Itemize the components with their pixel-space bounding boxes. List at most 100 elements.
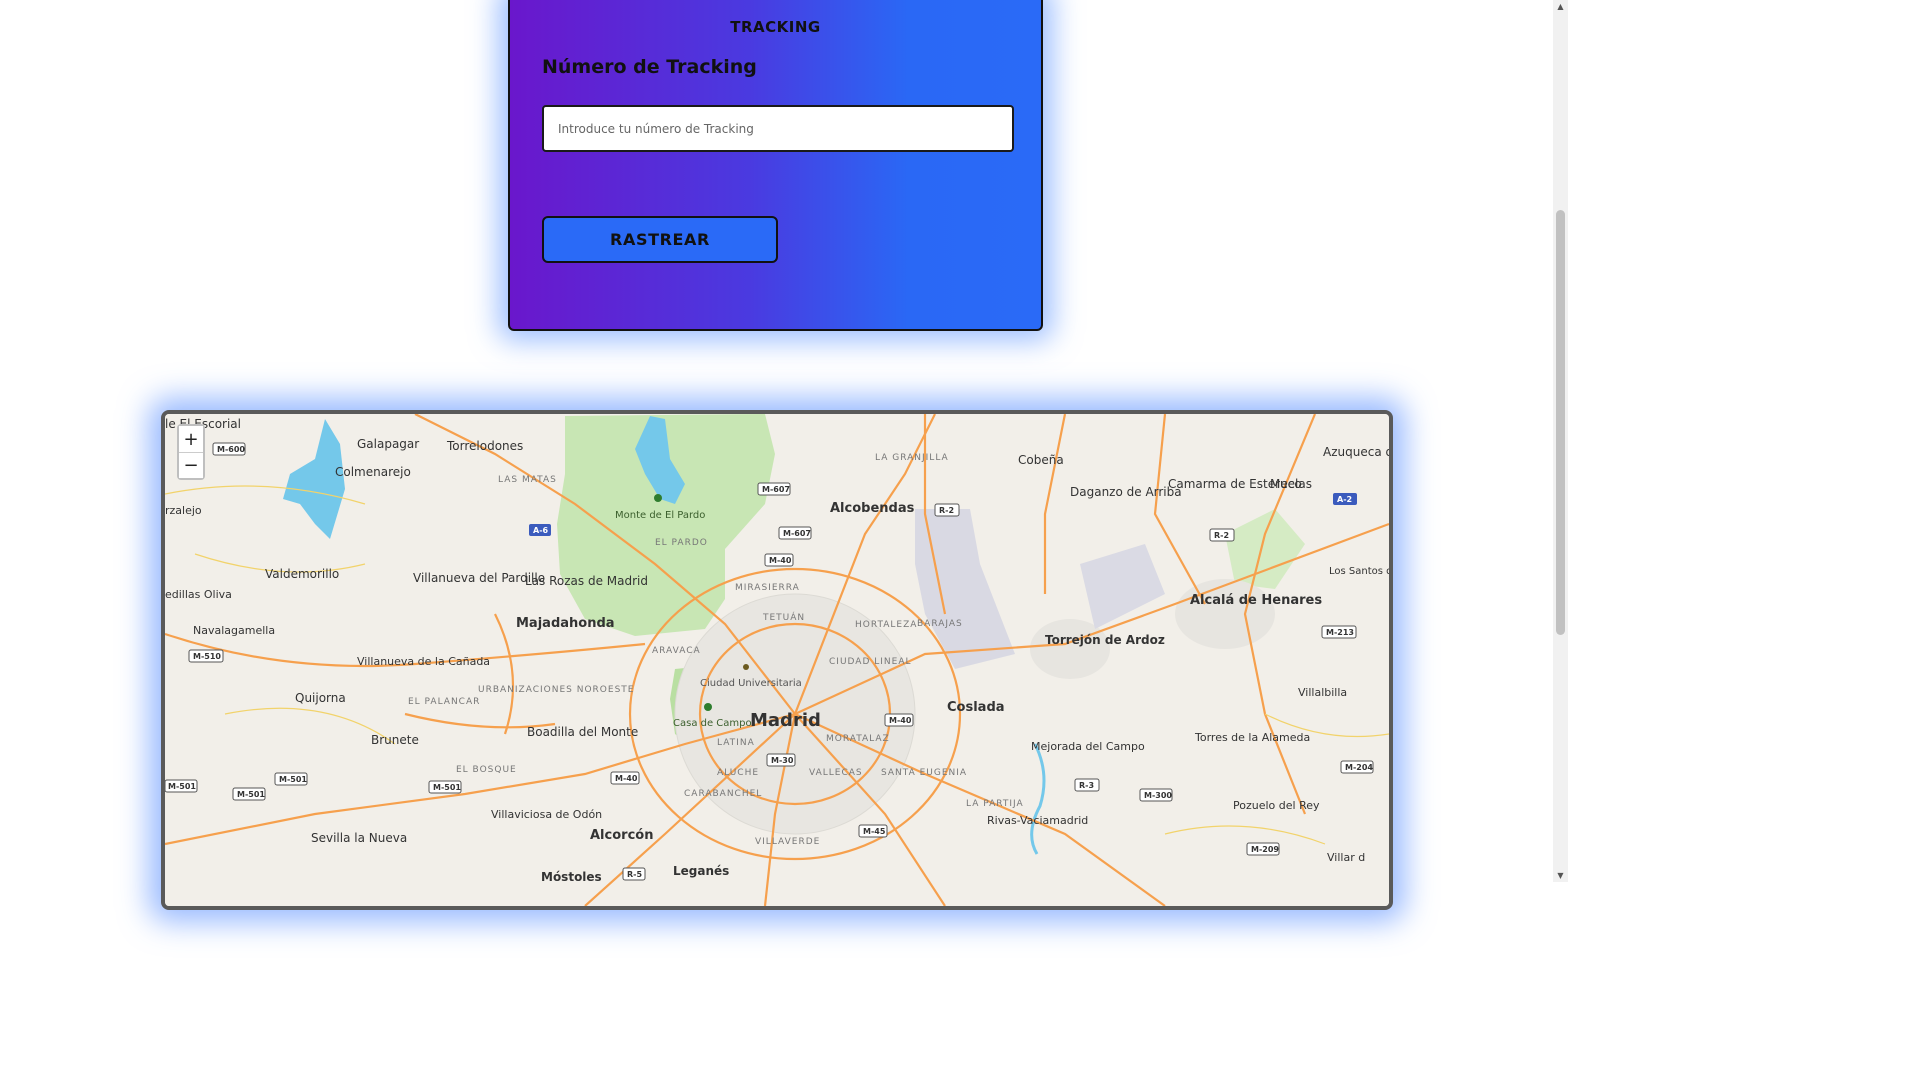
- road-shield: A-6: [529, 524, 551, 536]
- svg-text:M-30: M-30: [771, 756, 794, 765]
- place-label: MORATALAZ: [826, 734, 890, 744]
- place-label: Monte de El Pardo: [615, 510, 705, 521]
- place-label: Valdemorillo: [265, 567, 339, 581]
- scroll-up-icon[interactable]: ▲: [1556, 2, 1565, 11]
- place-label: VALLECAS: [809, 768, 863, 778]
- place-label: URBANIZACIONES NOROESTE: [478, 685, 634, 695]
- road-shield: M-607: [757, 482, 791, 496]
- page-scrollbar[interactable]: ▲ ▼: [1553, 0, 1568, 882]
- place-label: Torrelodones: [446, 439, 523, 453]
- svg-text:M-607: M-607: [762, 485, 790, 494]
- zoom-out-button[interactable]: −: [179, 452, 203, 478]
- card-title: TRACKING: [730, 18, 821, 36]
- svg-text:M-300: M-300: [1144, 791, 1172, 800]
- place-label: Pozuelo del Rey: [1233, 799, 1320, 812]
- place-label: Alcalá de Henares: [1190, 593, 1322, 608]
- place-label: Alcorcón: [590, 828, 653, 843]
- svg-text:M-501: M-501: [168, 782, 196, 791]
- place-label: Daganzo de Arriba: [1070, 485, 1182, 499]
- road-shield: M-501: [165, 779, 198, 793]
- svg-text:M-40: M-40: [615, 774, 638, 783]
- place-label: BARAJAS: [917, 619, 963, 629]
- zoom-in-button[interactable]: +: [179, 426, 203, 452]
- place-label: Azuqueca de Henares: [1323, 445, 1389, 459]
- place-label: Villanueva de la Cañada: [357, 655, 490, 668]
- place-label: LA GRANJILLA: [875, 453, 949, 463]
- road-shield: M-213: [1321, 625, 1357, 639]
- place-label: Galapagar: [357, 437, 419, 451]
- place-label: MIRASIERRA: [735, 583, 800, 593]
- place-label: Leganés: [673, 864, 729, 878]
- place-label: Torres de la Alameda: [1194, 731, 1310, 744]
- tracking-card: TRACKING Número de Tracking RASTREAR: [508, 0, 1043, 331]
- svg-text:M-607: M-607: [783, 529, 811, 538]
- svg-text:M-204: M-204: [1345, 763, 1373, 772]
- road-shield: M-510: [188, 649, 224, 663]
- place-label: Quijorna: [295, 691, 346, 705]
- scroll-thumb[interactable]: [1556, 210, 1565, 635]
- road-shield: R-3: [1074, 778, 1100, 792]
- place-label: LAS MATAS: [498, 475, 557, 485]
- place-label: Meco: [1270, 477, 1302, 491]
- place-label: Móstoles: [541, 870, 602, 884]
- svg-text:R-5: R-5: [627, 870, 642, 879]
- road-shield: M-600: [212, 442, 246, 456]
- road-shield: M-501: [274, 772, 308, 786]
- map[interactable]: le El Escorial Galapagar Torrelodones Co…: [161, 410, 1393, 910]
- road-shield: M-300: [1139, 788, 1173, 802]
- road-shield: M-40: [610, 771, 640, 785]
- scroll-down-icon[interactable]: ▼: [1556, 871, 1565, 880]
- road-shield: M-40: [884, 713, 914, 727]
- place-label: Navalagamella: [193, 624, 275, 637]
- place-label: Coslada: [947, 700, 1005, 715]
- svg-text:M-510: M-510: [193, 652, 221, 661]
- svg-text:R-3: R-3: [1079, 781, 1094, 790]
- road-shield: M-204: [1340, 760, 1374, 774]
- road-shield: M-40: [764, 553, 794, 567]
- track-button[interactable]: RASTREAR: [542, 216, 778, 263]
- place-label: EL PARDO: [655, 538, 708, 548]
- place-label: EL BOSQUE: [456, 765, 517, 775]
- place-label: Villaviciosa de Odón: [491, 808, 602, 821]
- place-label: Boadilla del Monte: [527, 725, 638, 739]
- park-pin-icon: [654, 494, 662, 502]
- tracking-number-input[interactable]: [542, 105, 1014, 152]
- place-label: Rivas-Vaciamadrid: [987, 814, 1088, 827]
- road-shield: M-30: [766, 753, 796, 767]
- place-label: Colmenarejo: [335, 465, 411, 479]
- map-canvas[interactable]: le El Escorial Galapagar Torrelodones Co…: [165, 414, 1389, 906]
- place-label: SANTA EUGENIA: [881, 768, 967, 778]
- road-shield: M-501: [428, 780, 462, 794]
- svg-text:R-2: R-2: [939, 506, 954, 515]
- svg-text:M-209: M-209: [1251, 845, 1279, 854]
- place-label: ALUCHE: [717, 768, 759, 778]
- zoom-control: + −: [177, 424, 205, 480]
- svg-text:M-45: M-45: [863, 827, 886, 836]
- svg-text:A-2: A-2: [1337, 495, 1352, 504]
- road-shield: M-209: [1246, 842, 1280, 856]
- place-label: CIUDAD LINEAL: [829, 657, 912, 667]
- place-label: LATINA: [717, 738, 755, 748]
- road-shield: A-2: [1333, 493, 1357, 505]
- tracking-number-label: Número de Tracking: [542, 56, 757, 78]
- place-label: ARAVACA: [652, 646, 701, 656]
- place-label: Ciudad Universitaria: [700, 678, 802, 689]
- place-label: Torrejón de Ardoz: [1045, 633, 1165, 647]
- place-label: Madrid: [750, 710, 821, 731]
- svg-text:M-213: M-213: [1326, 628, 1354, 637]
- place-label: TETUÁN: [762, 611, 805, 623]
- place-label: Los Santos de la Humosa: [1329, 566, 1389, 577]
- place-label: CARABANCHEL: [684, 789, 762, 799]
- road-shield: R-5: [622, 867, 646, 881]
- svg-text:M-600: M-600: [217, 445, 245, 454]
- place-label: Brunete: [371, 733, 419, 747]
- place-label: HORTALEZA: [855, 620, 917, 630]
- svg-text:M-40: M-40: [769, 556, 792, 565]
- place-label: Alcobendas: [830, 501, 915, 516]
- svg-text:M-501: M-501: [279, 775, 307, 784]
- road-shield: M-45: [858, 824, 888, 838]
- place-label: Cobeña: [1018, 453, 1064, 467]
- place-label: edillas Oliva: [165, 588, 232, 601]
- svg-text:R-2: R-2: [1214, 531, 1229, 540]
- svg-text:M-501: M-501: [237, 790, 265, 799]
